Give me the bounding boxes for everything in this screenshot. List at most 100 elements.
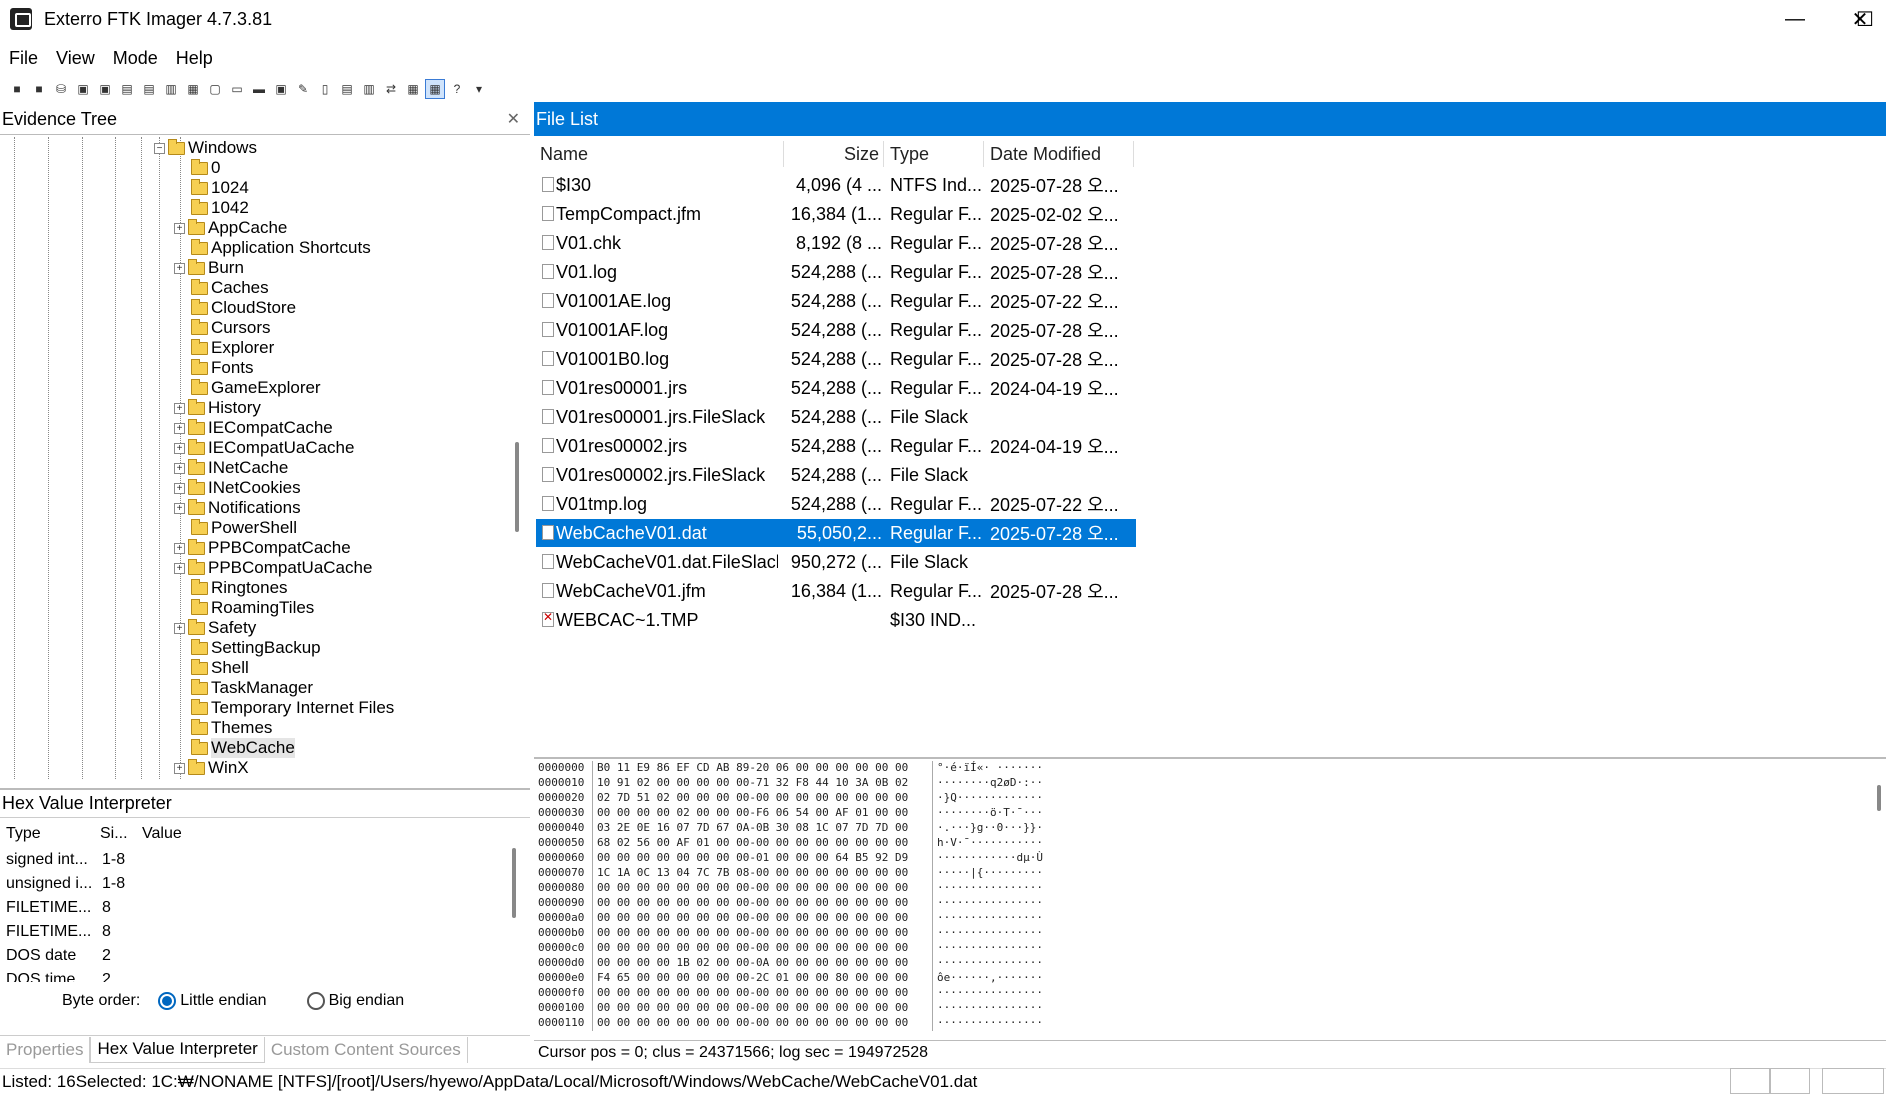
hex-row[interactable]: 00000b0 00 00 00 00 00 00 00 00-00 00 00 … <box>538 926 1043 941</box>
hvi-row[interactable]: FILETIME... 8 <box>6 920 142 944</box>
column-type[interactable]: Type <box>884 141 984 167</box>
tree-item[interactable]: + Safety <box>174 618 256 638</box>
tree-item[interactable]: Caches <box>174 278 269 298</box>
collapse-icon[interactable]: − <box>154 142 165 154</box>
hex-view-icon[interactable]: ▦ <box>404 80 422 98</box>
hex-row[interactable]: 0000100 00 00 00 00 00 00 00 00-00 00 00 … <box>538 1001 1043 1016</box>
hex-row[interactable]: 0000050 68 02 56 00 AF 01 00 00-00 00 00 … <box>538 836 1043 851</box>
tree-item[interactable]: TaskManager <box>174 678 313 698</box>
tree-item[interactable]: CloudStore <box>174 298 296 318</box>
tree-item[interactable]: Fonts <box>174 358 254 378</box>
file-row[interactable]: WEBCAC~1.TMP $I30 IND... <box>536 606 1136 634</box>
expand-icon[interactable]: + <box>174 462 185 474</box>
hex-view[interactable]: 0000000 B0 11 E9 86 EF CD AB 89-20 06 00 … <box>534 757 1886 1038</box>
tree-item[interactable]: + IECompatCache <box>174 418 333 438</box>
expand-icon[interactable]: + <box>174 482 185 494</box>
file-row[interactable]: V01res00002.jrs.FileSlack 524,288 (... Fil… <box>536 461 1136 489</box>
tree-item[interactable]: Cursors <box>174 318 271 338</box>
tree-item[interactable]: Shell <box>174 658 249 678</box>
menu-view[interactable]: View <box>47 44 104 74</box>
file-row[interactable]: V01001AF.log 524,288 (... Regular F... 2025… <box>536 316 1136 344</box>
menu-mode[interactable]: Mode <box>104 44 167 74</box>
big-endian-label[interactable]: Big endian <box>329 992 405 1010</box>
file-row[interactable]: TempCompact.jfm 16,384 (1... Regular F... 2… <box>536 200 1136 228</box>
add-to-custom-content-icon[interactable]: ▦ <box>184 80 202 98</box>
expand-icon[interactable]: + <box>174 562 185 574</box>
column-name[interactable]: Name <box>534 141 784 167</box>
hvi-column-type[interactable]: Type <box>6 822 96 846</box>
add-all-evidence-icon[interactable]: ■ <box>30 80 48 98</box>
tree-item[interactable]: + AppCache <box>174 218 287 238</box>
expand-icon[interactable]: + <box>174 762 185 774</box>
hex-row[interactable]: 00000f0 00 00 00 00 00 00 00 00-00 00 00 … <box>538 986 1043 1001</box>
hex-interpreter-table[interactable]: Type Si... Value signed int... 1-8 unsigne… <box>0 822 520 982</box>
tree-item[interactable]: RoamingTiles <box>174 598 314 618</box>
tree-item[interactable]: + WinX <box>174 758 249 778</box>
tree-item[interactable]: SettingBackup <box>174 638 321 658</box>
tree-item[interactable]: + PPBCompatUaCache <box>174 558 372 578</box>
file-row[interactable]: V01001AE.log 524,288 (... Regular F... 2025… <box>536 287 1136 315</box>
menu-help[interactable]: Help <box>167 44 222 74</box>
file-row[interactable]: WebCacheV01.jfm 16,384 (1... Regular F... 2… <box>536 577 1136 605</box>
little-endian-radio[interactable] <box>158 992 177 1010</box>
tree-item[interactable]: + Burn <box>174 258 244 278</box>
toolbar-overflow-icon[interactable]: ▾ <box>470 80 488 98</box>
tree-item[interactable]: + PPBCompatCache <box>174 538 351 558</box>
export-disk-image-icon[interactable]: ▤ <box>140 80 158 98</box>
file-row[interactable]: $I30 4,096 (4 ... NTFS Ind... 2025-07-28 오.… <box>536 171 1136 199</box>
tree-item[interactable]: GameExplorer <box>174 378 321 398</box>
hvi-column-value[interactable]: Value <box>142 822 302 846</box>
export-logical-image-icon[interactable]: ▥ <box>162 80 180 98</box>
file-row[interactable]: V01res00001.jrs.FileSlack 524,288 (... Fil… <box>536 403 1136 431</box>
hex-row[interactable]: 00000a0 00 00 00 00 00 00 00 00-00 00 00 … <box>538 911 1043 926</box>
hvi-row[interactable]: DOS date 2 <box>6 944 142 968</box>
tree-item[interactable]: WebCache <box>174 738 295 758</box>
column-size[interactable]: Size <box>784 141 884 167</box>
navigate-icon[interactable]: ⇄ <box>382 80 400 98</box>
file-row[interactable]: V01tmp.log 524,288 (... Regular F... 2025-0… <box>536 490 1136 518</box>
expand-icon[interactable]: + <box>174 422 185 434</box>
tree-item[interactable]: + Notifications <box>174 498 301 518</box>
file-row[interactable]: WebCacheV01.dat.FileSlack 950,272 (... Fil… <box>536 548 1136 576</box>
file-list[interactable]: Name Size Type Date Modified $I30 4,096 (… <box>534 137 1886 757</box>
file-row[interactable]: V01res00002.jrs 524,288 (... Regular F... 2… <box>536 432 1136 460</box>
tab-custom-content-sources[interactable]: Custom Content Sources <box>265 1036 468 1063</box>
expand-icon[interactable]: + <box>174 442 185 454</box>
close-button[interactable]: ✕ <box>1825 0 1886 38</box>
hvi-row[interactable]: DOS time 2 <box>6 968 142 982</box>
hex-row[interactable]: 0000080 00 00 00 00 00 00 00 00-00 00 00 … <box>538 881 1043 896</box>
hex-row[interactable]: 0000030 00 00 00 00 02 00 00 00-F6 06 54 … <box>538 806 1043 821</box>
tree-item[interactable]: Temporary Internet Files <box>174 698 394 718</box>
tree-item[interactable]: Ringtones <box>174 578 288 598</box>
tab-hex-value-interpreter[interactable]: Hex Value Interpreter <box>90 1036 265 1063</box>
tree-scrollbar[interactable] <box>515 442 519 532</box>
tree-item[interactable]: 0 <box>174 158 220 178</box>
natural-view-icon[interactable]: ▤ <box>338 80 356 98</box>
hvi-row[interactable]: signed int... 1-8 <box>6 848 142 872</box>
evidence-tree[interactable]: − Windows 0 1024 1042 + AppCache Application Sh… <box>0 137 530 779</box>
image-mounting-icon[interactable]: ⛁ <box>52 80 70 98</box>
close-icon[interactable]: ✕ <box>507 109 520 129</box>
file-row[interactable]: V01.log 524,288 (... Regular F... 2025-07-2… <box>536 258 1136 286</box>
expand-icon[interactable]: + <box>174 402 185 414</box>
file-row[interactable]: V01001B0.log 524,288 (... Regular F... 2025… <box>536 345 1136 373</box>
add-evidence-icon[interactable]: ■ <box>8 80 26 98</box>
hex-row[interactable]: 00000e0 F4 65 00 00 00 00 00 00-2C 01 00 … <box>538 971 1043 986</box>
hex-row[interactable]: 0000090 00 00 00 00 00 00 00 00-00 00 00 … <box>538 896 1043 911</box>
verify-drive-icon[interactable]: ▬ <box>250 80 268 98</box>
file-row[interactable]: V01.chk 8,192 (8 ... Regular F... 2025-07-2… <box>536 229 1136 257</box>
export-files-icon[interactable]: ▣ <box>272 80 290 98</box>
text-view-icon[interactable]: ▯ <box>316 80 334 98</box>
expand-icon[interactable]: + <box>174 222 185 234</box>
tree-item[interactable]: + IECompatUaCache <box>174 438 354 458</box>
file-row[interactable]: V01res00001.jrs 524,288 (... Regular F... 2… <box>536 374 1136 402</box>
hex-row[interactable]: 0000070 1C 1A 0C 13 04 7C 7B 08-00 00 00 … <box>538 866 1043 881</box>
hex-row[interactable]: 00000d0 00 00 00 00 1B 02 00 00-0A 00 00 … <box>538 956 1043 971</box>
file-row[interactable]: WebCacheV01.dat 55,050,2... Regular F... 20… <box>536 519 1136 547</box>
tree-item[interactable]: + INetCache <box>174 458 288 478</box>
minimize-button[interactable]: — <box>1760 0 1830 38</box>
auto-view-icon[interactable]: ▥ <box>360 80 378 98</box>
menu-file[interactable]: File <box>0 44 47 74</box>
hex-row[interactable]: 0000110 00 00 00 00 00 00 00 00-00 00 00 … <box>538 1016 1043 1031</box>
remove-all-evidence-icon[interactable]: ▣ <box>96 80 114 98</box>
